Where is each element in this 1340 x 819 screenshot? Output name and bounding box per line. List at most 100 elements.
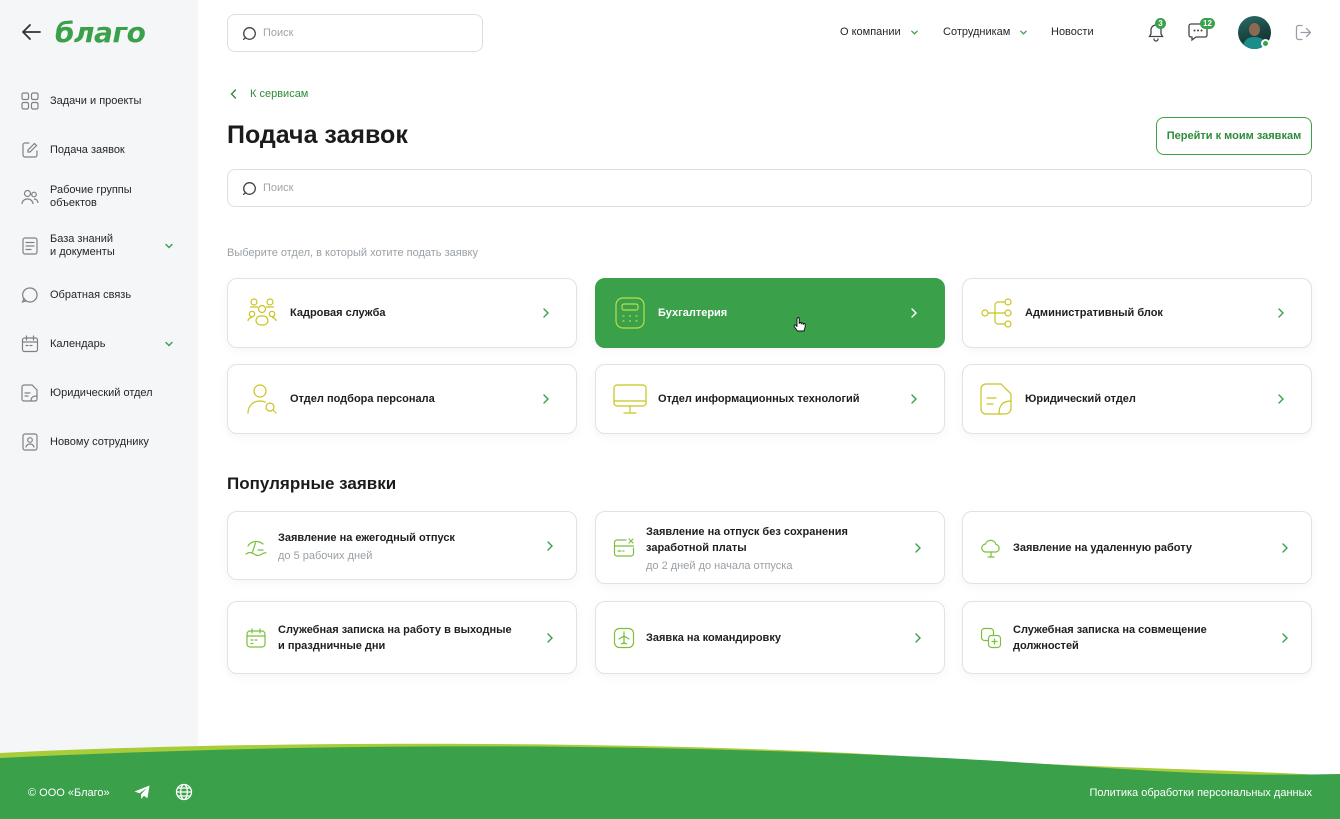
footer-copyright: © ООО «Благо» xyxy=(28,787,110,799)
card-cancel-icon xyxy=(613,537,635,557)
telegram-icon[interactable] xyxy=(133,783,151,801)
edit-icon xyxy=(22,142,38,158)
sidebar: благо Задачи и проекты Подача заявок Раб… xyxy=(0,0,198,819)
popular-label: Заявление на удаленную работу xyxy=(1013,541,1193,554)
back-arrow-icon[interactable] xyxy=(20,22,42,42)
copy-add-icon xyxy=(980,627,1002,648)
feedback-icon xyxy=(21,287,38,303)
user-search-icon xyxy=(247,384,277,414)
sidebar-nav: Задачи и проекты Подача заявок Рабочие г… xyxy=(0,88,198,455)
sidebar-item-newcomer[interactable]: Новому сотруднику xyxy=(0,429,198,455)
dept-card-recruitment[interactable]: Отдел подбора персонала xyxy=(227,364,577,434)
grid-icon xyxy=(21,92,39,110)
chevron-right-icon xyxy=(1282,632,1288,643)
logo[interactable]: благо xyxy=(55,16,146,49)
dept-card-hr[interactable]: Кадровая служба xyxy=(227,278,577,348)
sidebar-item-requests[interactable]: Подача заявок xyxy=(0,137,198,163)
chevron-right-icon xyxy=(1278,394,1284,404)
main-search-input[interactable] xyxy=(263,182,463,194)
header-search-input[interactable] xyxy=(263,27,463,39)
search-icon xyxy=(242,181,256,195)
legal-doc-icon xyxy=(980,383,1012,415)
dept-label: Административный блок xyxy=(1025,307,1163,319)
sidebar-item-calendar[interactable]: Календарь xyxy=(0,331,198,357)
popular-text: Служебная записка на работу в выходные и… xyxy=(278,622,528,654)
sidebar-item-tasks[interactable]: Задачи и проекты xyxy=(0,88,198,114)
popular-sub: до 5 рабочих дней xyxy=(278,549,373,562)
header-search[interactable] xyxy=(227,14,483,52)
sidebar-item-label: Задачи и проекты xyxy=(50,94,142,107)
calendar-icon xyxy=(246,627,266,648)
popular-title: Популярные заявки xyxy=(227,474,397,493)
chevron-down-icon[interactable] xyxy=(164,241,174,251)
popular-text: Заявление на удаленную работу xyxy=(1013,540,1263,556)
chevron-right-icon xyxy=(915,632,921,643)
dept-card-legal[interactable]: Юридический отдел xyxy=(962,364,1312,434)
my-requests-button[interactable]: Перейти к моим заявкам xyxy=(1156,117,1312,155)
sidebar-item-label: Новому сотруднику xyxy=(50,435,149,448)
popular-text: Заявка на командировку xyxy=(646,630,896,646)
people-group-icon xyxy=(247,298,277,326)
sidebar-item-label: Обратная связь xyxy=(50,288,132,301)
dept-label: Отдел подбора персонала xyxy=(290,393,435,405)
chevron-right-icon xyxy=(911,394,917,404)
popular-label: Заявка на командировку xyxy=(646,631,781,644)
popular-text: Служебная записка на совмещение должност… xyxy=(1013,622,1263,654)
popular-label: Заявление на ежегодный отпуск xyxy=(278,531,455,544)
chevron-down-icon[interactable] xyxy=(164,339,174,349)
dept-label: Отдел информационных технологий xyxy=(658,393,860,405)
search-icon xyxy=(242,26,256,40)
sidebar-item-feedback[interactable]: Обратная связь xyxy=(0,282,198,308)
popular-card-remote-work[interactable]: Заявление на удаленную работу xyxy=(962,511,1312,584)
logout-icon[interactable] xyxy=(1295,24,1312,41)
sidebar-item-workgroups[interactable]: Рабочие группы объектов xyxy=(0,182,198,212)
sidebar-item-label: Рабочие группы объектов xyxy=(50,184,132,209)
popular-label: Служебная записка на работу в выходные и… xyxy=(278,623,512,652)
badge-icon xyxy=(22,433,38,451)
dept-card-it[interactable]: Отдел информационных технологий xyxy=(595,364,945,434)
notifications-badge: 3 xyxy=(1155,18,1166,29)
dept-label: Юридический отдел xyxy=(1025,393,1136,405)
popular-text: Заявление на отпуск без сохранения зараб… xyxy=(646,524,896,572)
topnav-news-label: Новости xyxy=(1051,26,1094,38)
chevron-right-icon xyxy=(911,308,917,318)
chevron-right-icon xyxy=(1278,308,1284,318)
topnav-news[interactable]: Новости xyxy=(1051,26,1094,38)
topnav-employees[interactable]: Сотрудникам xyxy=(943,26,1028,38)
popular-label: Служебная записка на совмещение должност… xyxy=(1013,623,1207,652)
cloud-icon xyxy=(981,539,1000,558)
sidebar-item-label: Подача заявок xyxy=(50,143,125,156)
chevron-down-icon xyxy=(910,30,918,35)
dept-card-admin[interactable]: Административный блок xyxy=(962,278,1312,348)
chevron-down-icon xyxy=(1020,30,1028,35)
popular-text: Заявление на ежегодный отпуск до 5 рабоч… xyxy=(278,530,528,562)
dept-card-accounting[interactable]: Бухгалтерия xyxy=(595,278,945,348)
sidebar-item-legal[interactable]: Юридический отдел xyxy=(0,380,198,406)
chevron-right-icon xyxy=(915,542,921,553)
topnav-about-label: О компании xyxy=(840,26,901,38)
footer-background xyxy=(0,743,1340,819)
page-title: Подача заявок xyxy=(227,121,408,149)
users-icon xyxy=(21,189,39,205)
chevron-right-icon xyxy=(547,632,553,643)
hierarchy-icon xyxy=(981,298,1012,328)
popular-card-combination[interactable]: Служебная записка на совмещение должност… xyxy=(962,601,1312,674)
popular-sub: до 2 дней до начала отпуска xyxy=(646,559,793,572)
popular-label: Заявление на отпуск без сохранения зараб… xyxy=(646,525,848,554)
breadcrumb-back[interactable]: К сервисам xyxy=(229,88,308,100)
chevron-right-icon xyxy=(547,540,553,551)
topnav-about[interactable]: О компании xyxy=(840,26,919,38)
calculator-icon xyxy=(615,297,645,329)
globe-icon[interactable] xyxy=(175,783,193,801)
section-hint: Выберите отдел, в который хотите подать … xyxy=(227,247,478,259)
popular-card-weekend-work[interactable]: Служебная записка на работу в выходные и… xyxy=(227,601,577,674)
chevron-right-icon xyxy=(1282,542,1288,553)
airplane-icon xyxy=(613,627,635,648)
sidebar-item-knowledge[interactable]: База знаний и документы xyxy=(0,231,198,261)
popular-card-vacation[interactable]: Заявление на ежегодный отпуск до 5 рабоч… xyxy=(227,511,577,580)
popular-card-unpaid-leave[interactable]: Заявление на отпуск без сохранения зараб… xyxy=(595,511,945,584)
chevron-right-icon xyxy=(543,308,549,318)
popular-card-business-trip[interactable]: Заявка на командировку xyxy=(595,601,945,674)
main-search[interactable] xyxy=(227,169,1312,207)
footer-policy-link[interactable]: Политика обработки персональных данных xyxy=(1089,787,1312,799)
